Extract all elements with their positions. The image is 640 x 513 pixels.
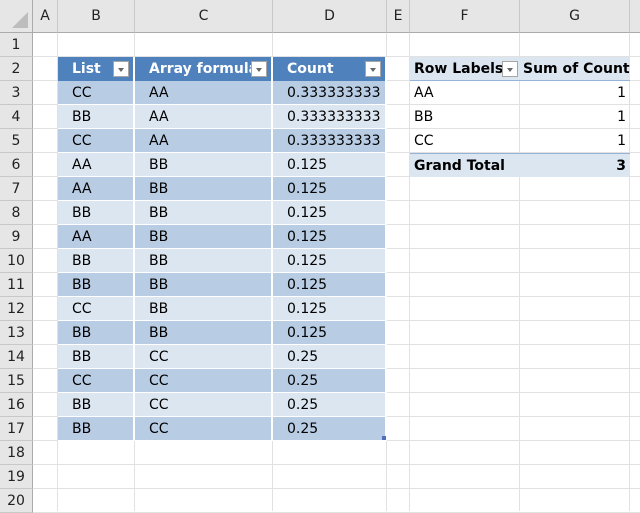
table-header-array-formula[interactable]: Array formula — [135, 57, 273, 81]
pivot-row-label[interactable]: AA — [410, 81, 520, 105]
table-cell[interactable]: 0.333333333 — [273, 105, 387, 129]
table-cell[interactable]: BB — [135, 249, 273, 273]
column-header-c[interactable]: C — [135, 0, 273, 33]
table-resize-handle[interactable] — [382, 436, 386, 440]
row-header-12[interactable]: 12 — [0, 297, 33, 321]
header-label: Array formula — [149, 61, 259, 77]
row-header-14[interactable]: 14 — [0, 345, 33, 369]
pivot-grand-total-label[interactable]: Grand Total — [410, 153, 520, 177]
row-header-3[interactable]: 3 — [0, 81, 33, 105]
table-cell[interactable]: BB — [58, 105, 135, 129]
table-cell[interactable]: BB — [135, 321, 273, 345]
row-header-2[interactable]: 2 — [0, 57, 33, 81]
table-cell[interactable]: BB — [135, 297, 273, 321]
table-cell[interactable]: CC — [58, 129, 135, 153]
table-cell[interactable]: CC — [135, 345, 273, 369]
table-cell[interactable]: AA — [135, 105, 273, 129]
row-header-11[interactable]: 11 — [0, 273, 33, 297]
pivot-row-value[interactable]: 1 — [520, 129, 630, 153]
table-cell[interactable]: BB — [58, 201, 135, 225]
row-header-17[interactable]: 17 — [0, 417, 33, 441]
table-cell[interactable]: CC — [58, 81, 135, 105]
pivot-filter-dropdown-icon[interactable] — [502, 61, 518, 77]
table-cell[interactable]: CC — [135, 369, 273, 393]
row-header-4[interactable]: 4 — [0, 105, 33, 129]
table-header-count[interactable]: Count — [273, 57, 387, 81]
table-cell[interactable]: 0.125 — [273, 153, 387, 177]
row-header-7[interactable]: 7 — [0, 177, 33, 201]
filter-dropdown-icon[interactable] — [251, 61, 267, 77]
row-header-15[interactable]: 15 — [0, 369, 33, 393]
table-cell[interactable]: CC — [135, 417, 273, 441]
table-cell[interactable]: BB — [135, 177, 273, 201]
row-header-8[interactable]: 8 — [0, 201, 33, 225]
row-header-9[interactable]: 9 — [0, 225, 33, 249]
table-cell[interactable]: 0.125 — [273, 297, 387, 321]
gridline — [33, 464, 640, 465]
column-header-d[interactable]: D — [273, 0, 387, 33]
row-header-6[interactable]: 6 — [0, 153, 33, 177]
table-cell[interactable]: 0.125 — [273, 273, 387, 297]
table-cell[interactable]: BB — [135, 273, 273, 297]
column-header-g[interactable]: G — [520, 0, 630, 33]
pivot-sum-header[interactable]: Sum of Count — [520, 57, 630, 81]
table-cell[interactable]: 0.333333333 — [273, 81, 387, 105]
table-cell[interactable]: 0.333333333 — [273, 129, 387, 153]
table-cell[interactable]: BB — [135, 225, 273, 249]
pivot-row-label[interactable]: BB — [410, 105, 520, 129]
header-label: Count — [287, 61, 334, 77]
table-cell[interactable]: BB — [58, 273, 135, 297]
pivot-grand-total-value[interactable]: 3 — [520, 153, 630, 177]
column-header-e[interactable]: E — [387, 0, 410, 33]
row-header-5[interactable]: 5 — [0, 129, 33, 153]
select-all-icon — [12, 12, 28, 28]
row-header-16[interactable]: 16 — [0, 393, 33, 417]
table-cell[interactable]: BB — [58, 417, 135, 441]
table-cell[interactable]: 0.25 — [273, 345, 387, 369]
table-cell[interactable]: CC — [58, 369, 135, 393]
row-header-10[interactable]: 10 — [0, 249, 33, 273]
column-header-b[interactable]: B — [58, 0, 135, 33]
table-cell[interactable]: 0.25 — [273, 369, 387, 393]
filter-dropdown-icon[interactable] — [365, 61, 381, 77]
column-header-a[interactable]: A — [33, 0, 58, 33]
table-cell[interactable]: BB — [135, 153, 273, 177]
table-cell[interactable]: BB — [58, 249, 135, 273]
table-cell[interactable]: 0.125 — [273, 177, 387, 201]
table-cell[interactable]: 0.125 — [273, 225, 387, 249]
gridline — [33, 488, 640, 489]
pivot-row-label[interactable]: CC — [410, 129, 520, 153]
column-header-f[interactable]: F — [410, 0, 520, 33]
table-cell[interactable]: AA — [58, 177, 135, 201]
table-cell[interactable]: 0.125 — [273, 249, 387, 273]
table-cell[interactable]: 0.125 — [273, 201, 387, 225]
table-cell[interactable]: BB — [58, 345, 135, 369]
table-cell[interactable]: CC — [58, 297, 135, 321]
table-cell[interactable]: CC — [135, 393, 273, 417]
table-cell[interactable]: AA — [58, 153, 135, 177]
row-header-20[interactable]: 20 — [0, 489, 33, 513]
pivot-row-labels-header[interactable]: Row Labels — [410, 57, 520, 81]
table-cell[interactable]: 0.25 — [273, 417, 387, 441]
row-header-19[interactable]: 19 — [0, 465, 33, 489]
filter-dropdown-icon[interactable] — [113, 61, 129, 77]
column-header-h[interactable] — [630, 0, 640, 33]
table-cell[interactable]: AA — [135, 129, 273, 153]
table-cell[interactable]: AA — [58, 225, 135, 249]
table-cell[interactable]: AA — [135, 81, 273, 105]
row-header-13[interactable]: 13 — [0, 321, 33, 345]
table-header-list[interactable]: List — [58, 57, 135, 81]
row-header-18[interactable]: 18 — [0, 441, 33, 465]
table-cell[interactable]: BB — [135, 201, 273, 225]
table-cell[interactable]: BB — [58, 321, 135, 345]
pivot-header-label: Row Labels — [414, 61, 504, 77]
pivot-row-value[interactable]: 1 — [520, 105, 630, 129]
header-label: List — [72, 61, 101, 77]
select-all-corner[interactable] — [0, 0, 33, 33]
table-cell[interactable]: 0.25 — [273, 393, 387, 417]
table-cell[interactable]: BB — [58, 393, 135, 417]
row-header-1[interactable]: 1 — [0, 33, 33, 57]
table-cell[interactable]: 0.125 — [273, 321, 387, 345]
pivot-row-value[interactable]: 1 — [520, 81, 630, 105]
